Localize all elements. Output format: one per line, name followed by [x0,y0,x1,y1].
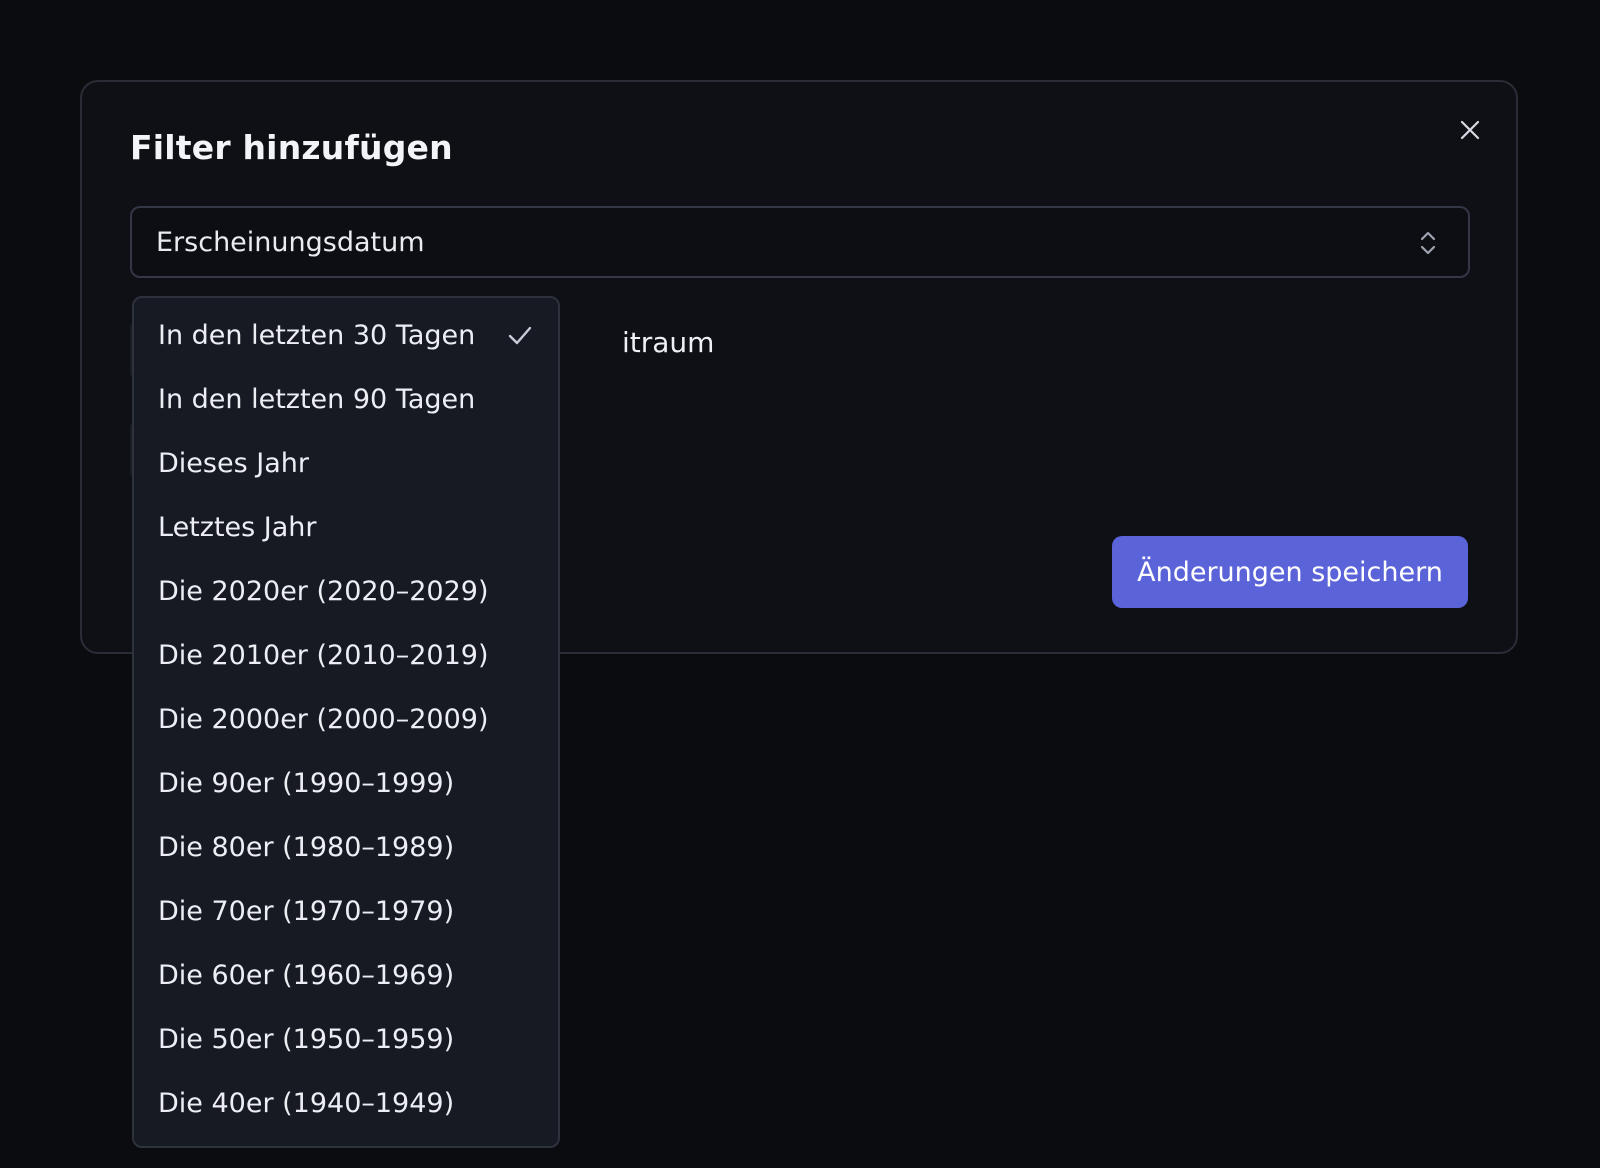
save-changes-button[interactable]: Änderungen speichern [1112,536,1468,608]
dropdown-option-this-year[interactable]: Dieses Jahr [134,431,558,495]
close-button[interactable] [1452,112,1488,148]
dropdown-option-last-year[interactable]: Letztes Jahr [134,495,558,559]
dropdown-option-label: In den letzten 90 Tagen [158,383,476,415]
dropdown-option-label: Die 50er (1950–1959) [158,1023,455,1055]
partial-option-label: itraum [622,326,715,359]
dropdown-option-2010s[interactable]: Die 2010er (2010–2019) [134,623,558,687]
dropdown-option-last-30-days[interactable]: In den letzten 30 Tagen [134,303,558,367]
dropdown-option-label: Die 2000er (2000–2009) [158,703,489,735]
dropdown-option-1970s[interactable]: Die 70er (1970–1979) [134,879,558,943]
dropdown-option-label: Letztes Jahr [158,511,317,543]
check-icon [508,326,532,345]
dropdown-option-label: Die 70er (1970–1979) [158,895,455,927]
dropdown-option-label: In den letzten 30 Tagen [158,319,476,351]
dropdown-option-label: Die 2020er (2020–2029) [158,575,489,607]
dropdown-option-2020s[interactable]: Die 2020er (2020–2029) [134,559,558,623]
dropdown-option-1980s[interactable]: Die 80er (1980–1989) [134,815,558,879]
chevron-up-down-icon [1420,231,1436,255]
dropdown-option-1960s[interactable]: Die 60er (1960–1969) [134,943,558,1007]
dropdown-option-2000s[interactable]: Die 2000er (2000–2009) [134,687,558,751]
date-range-dropdown: In den letzten 30 Tagen In den letzten 9… [132,296,560,1148]
dropdown-option-label: Die 2010er (2010–2019) [158,639,489,671]
dropdown-option-label: Die 60er (1960–1969) [158,959,455,991]
dropdown-option-label: Dieses Jahr [158,447,309,479]
dropdown-option-label: Die 80er (1980–1989) [158,831,455,863]
dropdown-option-last-90-days[interactable]: In den letzten 90 Tagen [134,367,558,431]
field-select[interactable]: Erscheinungsdatum [130,206,1470,278]
dropdown-option-label: Die 40er (1940–1949) [158,1087,455,1119]
dropdown-option-1950s[interactable]: Die 50er (1950–1959) [134,1007,558,1071]
dropdown-option-1990s[interactable]: Die 90er (1990–1999) [134,751,558,815]
field-select-value: Erscheinungsdatum [156,226,425,258]
dropdown-option-label: Die 90er (1990–1999) [158,767,455,799]
close-icon [1460,120,1480,140]
modal-title: Filter hinzufügen [130,128,453,167]
dropdown-option-1940s[interactable]: Die 40er (1940–1949) [134,1071,558,1135]
